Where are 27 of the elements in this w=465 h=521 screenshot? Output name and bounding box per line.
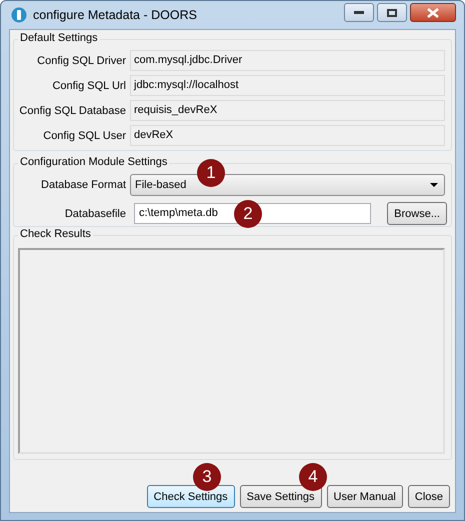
readonly-field[interactable]: jdbc:mysql://localhost xyxy=(130,75,445,96)
group-title: Default Settings xyxy=(18,32,100,44)
readonly-field[interactable]: com.mysql.jdbc.Driver xyxy=(130,50,445,71)
minimize-icon xyxy=(354,10,364,14)
field-label: Config SQL Database xyxy=(18,104,127,116)
close-button[interactable] xyxy=(410,3,456,22)
dropdown-arrow-icon xyxy=(430,183,438,187)
browse-button[interactable]: Browse... xyxy=(387,202,447,225)
group-title: Configuration Module Settings xyxy=(18,156,170,168)
readonly-field[interactable]: devReX xyxy=(130,125,445,146)
dialog-button[interactable]: Close xyxy=(408,485,450,508)
minimize-button[interactable] xyxy=(344,3,374,22)
dialog-button[interactable]: User Manual xyxy=(326,485,403,508)
app-icon xyxy=(11,7,27,23)
close-icon xyxy=(427,8,439,18)
field-label: Config SQL Driver xyxy=(36,54,127,66)
window-title: configure Metadata - DOORS xyxy=(33,8,198,22)
dialog-button[interactable]: Check Settings xyxy=(146,485,235,508)
maximize-icon xyxy=(387,8,397,16)
group-title: Check Results xyxy=(18,228,93,240)
dialog-button[interactable]: Save Settings xyxy=(240,485,322,508)
readonly-field[interactable]: requisis_devReX xyxy=(130,100,445,121)
field-label: Config SQL User xyxy=(42,130,127,142)
field-label: Databasefile xyxy=(64,208,127,220)
field-label: Database Format xyxy=(40,179,127,191)
field-label: Config SQL Url xyxy=(51,80,127,92)
maximize-button[interactable] xyxy=(377,3,407,22)
